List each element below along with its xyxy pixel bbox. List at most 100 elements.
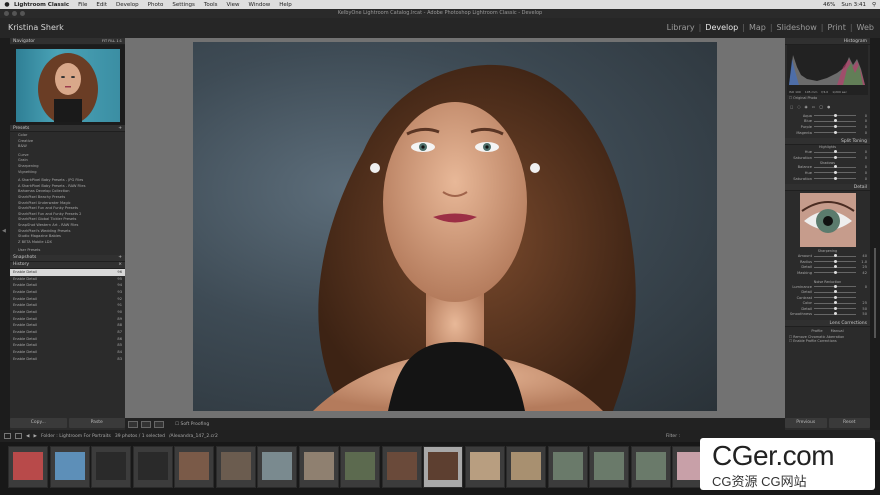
slider-value[interactable]: 25 <box>858 301 867 305</box>
slider-thumb[interactable] <box>834 270 838 274</box>
spot-removal-icon[interactable]: ○ <box>797 105 800 109</box>
filmstrip-thumbnail[interactable] <box>215 446 256 488</box>
slider-thumb[interactable] <box>834 124 838 128</box>
history-item[interactable]: Enable Detail 92 <box>10 296 125 303</box>
history-item[interactable]: Enable Detail 90 <box>10 309 125 316</box>
second-window-icon[interactable] <box>15 433 22 439</box>
slider-track[interactable] <box>814 113 856 117</box>
slider-thumb[interactable] <box>834 312 838 316</box>
radial-filter-icon[interactable]: ◯ <box>819 105 823 109</box>
tab-profile[interactable]: Profile <box>811 329 822 333</box>
slider-track[interactable] <box>814 165 856 169</box>
slider-track[interactable] <box>814 270 856 274</box>
filmstrip-thumbnail[interactable] <box>174 446 214 488</box>
slider-value[interactable]: 0 <box>858 171 867 175</box>
menu-file[interactable]: File <box>78 2 87 8</box>
soft-proofing-checkbox[interactable]: ☐ Soft Proofing <box>175 422 209 427</box>
menu-window[interactable]: Window <box>249 2 271 8</box>
menu-tools[interactable]: Tools <box>204 2 218 8</box>
slider-track[interactable] <box>814 306 856 310</box>
slider-track[interactable] <box>814 124 856 128</box>
battery-status[interactable]: 46% <box>823 2 835 8</box>
loupe-view-button[interactable] <box>128 420 138 428</box>
slider-thumb[interactable] <box>834 265 838 269</box>
slider-track[interactable] <box>814 312 856 316</box>
slider-value[interactable]: 40 <box>858 254 867 258</box>
preset-group[interactable]: User Presets <box>14 248 121 254</box>
histogram[interactable]: ISO 100 105 mm f/4.0 1/200 sec <box>787 45 868 95</box>
add-snapshot-icon[interactable]: + <box>118 255 122 260</box>
slider-track[interactable] <box>814 176 856 180</box>
grid-view-icon[interactable] <box>4 433 11 439</box>
slider-track[interactable] <box>814 150 856 154</box>
slider-value[interactable]: 1.0 <box>858 260 867 264</box>
filmstrip-thumbnail[interactable] <box>506 446 546 488</box>
slider-value[interactable]: 0 <box>858 125 867 129</box>
slider-thumb[interactable] <box>834 176 838 180</box>
filmstrip-thumbnail[interactable] <box>423 446 463 488</box>
history-item[interactable]: Enable Detail 94 <box>10 282 125 289</box>
slider-value[interactable]: 0 <box>858 285 867 289</box>
history-item[interactable]: Enable Detail 87 <box>10 329 125 336</box>
slider-track[interactable] <box>814 170 856 174</box>
slider-value[interactable]: 0 <box>858 156 867 160</box>
previous-button[interactable]: Previous <box>785 418 827 428</box>
slider-value[interactable]: 50 <box>858 307 867 311</box>
module-map[interactable]: Map <box>749 23 766 32</box>
history-item[interactable]: Enable Detail 89 <box>10 316 125 323</box>
split-toning-header[interactable]: Split Toning <box>785 138 870 146</box>
slider-thumb[interactable] <box>834 254 838 258</box>
menu-edit[interactable]: Edit <box>96 2 107 8</box>
history-item[interactable]: Enable Detail 96 <box>10 268 125 276</box>
add-preset-icon[interactable]: + <box>118 126 122 131</box>
filmstrip-thumbnail[interactable] <box>340 446 380 488</box>
history-item[interactable]: Enable Detail 84 <box>10 349 125 356</box>
brush-icon[interactable]: ● <box>827 105 830 109</box>
slider-thumb[interactable] <box>834 130 838 134</box>
navigator-preview[interactable] <box>10 45 125 125</box>
history-item[interactable]: Enable Detail 95 <box>10 276 125 283</box>
paste-button[interactable]: Paste <box>68 418 125 428</box>
slider-thumb[interactable] <box>834 306 838 310</box>
slider-value[interactable]: 0 <box>858 150 867 154</box>
filmstrip-thumbnail[interactable] <box>49 446 90 488</box>
filmstrip-thumbnail[interactable] <box>91 446 131 488</box>
slider-track[interactable] <box>814 130 856 134</box>
minimize-window-button[interactable] <box>12 11 17 16</box>
slider-row[interactable]: Saturation 0 <box>785 176 870 182</box>
slider-value[interactable]: 0 <box>858 177 867 181</box>
slider-thumb[interactable] <box>834 295 838 299</box>
graduated-filter-icon[interactable]: ▭ <box>812 105 815 109</box>
filter-label[interactable]: Filter : <box>666 434 680 439</box>
slider-thumb[interactable] <box>834 170 838 174</box>
zoom-window-button[interactable] <box>20 11 25 16</box>
menu-develop[interactable]: Develop <box>116 2 139 8</box>
slider-track[interactable] <box>814 254 856 258</box>
filmstrip-thumbnail[interactable] <box>381 446 422 488</box>
presets-header[interactable]: Presets + <box>10 125 125 132</box>
filmstrip-thumbnail[interactable] <box>257 446 297 488</box>
compare-button[interactable] <box>154 420 164 428</box>
filmstrip-thumbnail[interactable] <box>630 446 671 488</box>
slider-value[interactable]: 25 <box>858 265 867 269</box>
enable-profile-checkbox[interactable]: ☐ Enable Profile Corrections <box>785 339 870 343</box>
slider-value[interactable]: 0 <box>858 119 867 123</box>
red-eye-icon[interactable]: ◉ <box>805 105 808 109</box>
history-item[interactable]: Enable Detail 83 <box>10 356 125 363</box>
menu-help[interactable]: Help <box>279 2 292 8</box>
module-library[interactable]: Library <box>667 23 695 32</box>
slider-track[interactable] <box>814 119 856 123</box>
snapshots-header[interactable]: Snapshots + <box>10 254 125 262</box>
filmstrip-thumbnail[interactable] <box>132 446 173 488</box>
right-scrollbar[interactable] <box>870 38 880 430</box>
slider-value[interactable]: 50 <box>858 312 867 316</box>
slider-thumb[interactable] <box>834 165 838 169</box>
slider-thumb[interactable] <box>834 155 838 159</box>
forward-arrow-icon[interactable]: ▶ <box>33 434 36 439</box>
history-item[interactable]: Enable Detail 88 <box>10 322 125 329</box>
module-slideshow[interactable]: Slideshow <box>777 23 817 32</box>
history-item[interactable]: Enable Detail 86 <box>10 336 125 343</box>
slider-track[interactable] <box>814 259 856 263</box>
slider-value[interactable]: 0 <box>858 131 867 135</box>
module-web[interactable]: Web <box>857 23 874 32</box>
